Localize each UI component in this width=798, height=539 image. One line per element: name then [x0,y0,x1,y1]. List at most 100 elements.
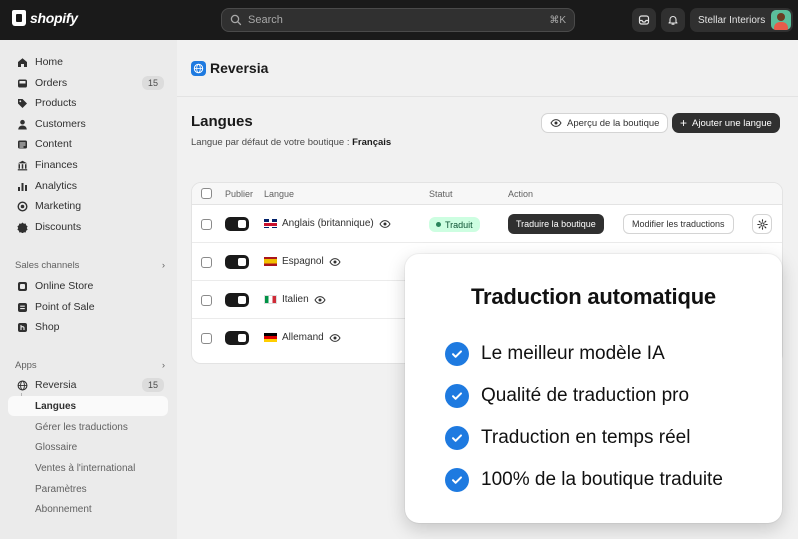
sidebar-item-online-store[interactable]: Online Store [8,276,168,296]
store-account-button[interactable]: Stellar Interiors [690,8,793,32]
publish-toggle[interactable] [225,293,249,307]
eye-icon [550,119,562,127]
sales-channels-title: Sales channels [15,260,80,271]
sidebar-item-shop[interactable]: Shop [8,317,168,337]
eye-icon[interactable] [379,219,391,228]
select-all-checkbox[interactable] [201,188,212,199]
bar-chart-icon [16,180,28,192]
sidebar-item-label: Content [35,138,72,150]
language-cell: Anglais (britannique) [264,218,391,229]
column-header-action: Action [508,189,534,199]
top-bar: shopify Search ⌘K Stellar Interiors [0,0,798,40]
check-circle-icon [445,468,469,492]
plus-icon: + [680,116,688,130]
language-name: Allemand [282,332,324,343]
tag-icon [16,97,28,109]
sidebar-item-orders[interactable]: Orders 15 [8,73,168,93]
sidebar-item-label: Analytics [35,180,78,192]
sidebar-subitem-glossary[interactable]: Glossaire [8,437,168,457]
language-cell: Allemand [264,332,341,343]
sidebar-item-label: Online Store [35,280,94,292]
status-label: Traduit [445,219,473,230]
sidebar-item-label: Reversia [35,379,77,391]
globe-icon [16,379,28,391]
sidebar-item-label: Point of Sale [35,301,95,313]
search-icon [230,14,242,26]
sidebar-subitem-langues[interactable]: Langues [8,396,168,416]
sidebar-item-home[interactable]: Home [8,52,168,72]
reversia-count-badge: 15 [141,378,164,392]
italy-flag-icon [264,295,277,304]
promo-feature-item: Qualité de traduction pro [445,384,689,408]
sidebar-subitem-manage-translations[interactable]: Gérer les traductions [8,417,168,437]
chevron-right-icon: › [161,260,165,271]
pos-icon [16,301,28,313]
sidebar-item-content[interactable]: Content [8,134,168,154]
sidebar-item-analytics[interactable]: Analytics [8,176,168,196]
sidebar-subitem-international-sales[interactable]: Ventes à l'international [8,458,168,478]
check-circle-icon [445,426,469,450]
eye-icon[interactable] [329,257,341,266]
publish-toggle[interactable] [225,331,249,345]
avatar [771,10,791,30]
sidebar-item-marketing[interactable]: Marketing [8,196,168,216]
shopify-bag-icon [12,10,26,26]
row-checkbox[interactable] [201,257,212,268]
notifications-button[interactable] [661,8,685,32]
sidebar-item-reversia[interactable]: Reversia 15 [8,375,168,395]
row-checkbox[interactable] [201,333,212,344]
reversia-logo-icon [191,60,206,76]
gear-icon [756,218,768,230]
table-header: Publier Langue Statut Action [192,183,782,205]
page-title: Langues [191,113,253,130]
eye-icon[interactable] [329,333,341,342]
sidebar-item-products[interactable]: Products [8,93,168,113]
language-settings-button[interactable] [752,214,772,234]
promo-feature-item: Traduction en temps réel [445,426,690,450]
sidebar-item-label: Customers [35,118,86,130]
sales-channels-section[interactable]: Sales channels › [15,260,165,271]
store-preview-button[interactable]: Aperçu de la boutique [541,113,669,133]
discount-icon [16,221,28,233]
language-name: Italien [282,294,309,305]
row-checkbox[interactable] [201,295,212,306]
sidebar-item-customers[interactable]: Customers [8,114,168,134]
chevron-right-icon: › [161,360,165,371]
sidebar-subitem-settings[interactable]: Paramètres [8,479,168,499]
publish-toggle[interactable] [225,255,249,269]
header-divider [177,96,798,97]
bell-icon [668,16,678,25]
promo-feature-item: 100% de la boutique traduite [445,468,723,492]
sidebar-item-label: Products [35,97,77,109]
publish-toggle[interactable] [225,217,249,231]
apps-title: Apps [15,360,37,371]
translate-store-button[interactable]: Traduire la boutique [508,214,604,234]
store-icon [16,280,28,292]
eye-icon[interactable] [314,295,326,304]
row-checkbox[interactable] [201,219,212,230]
search-bar[interactable]: Search ⌘K [221,8,575,32]
store-preview-label: Aperçu de la boutique [567,117,660,129]
shopify-logo[interactable]: shopify [12,10,78,26]
sidebar-item-label: Shop [35,321,60,333]
app-name: Reversia [210,60,269,76]
content-icon [16,138,28,150]
column-header-publish: Publier [225,189,254,199]
sidebar-item-finances[interactable]: Finances [8,155,168,175]
apps-section[interactable]: Apps › [15,360,165,371]
logo-text: shopify [30,10,78,26]
sidebar-item-discounts[interactable]: Discounts [8,217,168,237]
sidebar-subitem-subscription[interactable]: Abonnement [8,499,168,519]
sidebar-item-point-of-sale[interactable]: Point of Sale [8,297,168,317]
add-language-button[interactable]: + Ajouter une langue [672,113,780,133]
uk-flag-icon [264,219,277,228]
edit-translations-button[interactable]: Modifier les traductions [623,214,734,234]
sidebar-item-label: Finances [35,159,78,171]
language-name: Espagnol [282,256,324,267]
promo-feature-item: Le meilleur modèle IA [445,342,665,366]
app-header: Reversia [191,60,268,76]
sidebar-item-label: Home [35,56,64,68]
inbox-button[interactable] [632,8,656,32]
germany-flag-icon [264,333,277,342]
check-circle-icon [445,384,469,408]
